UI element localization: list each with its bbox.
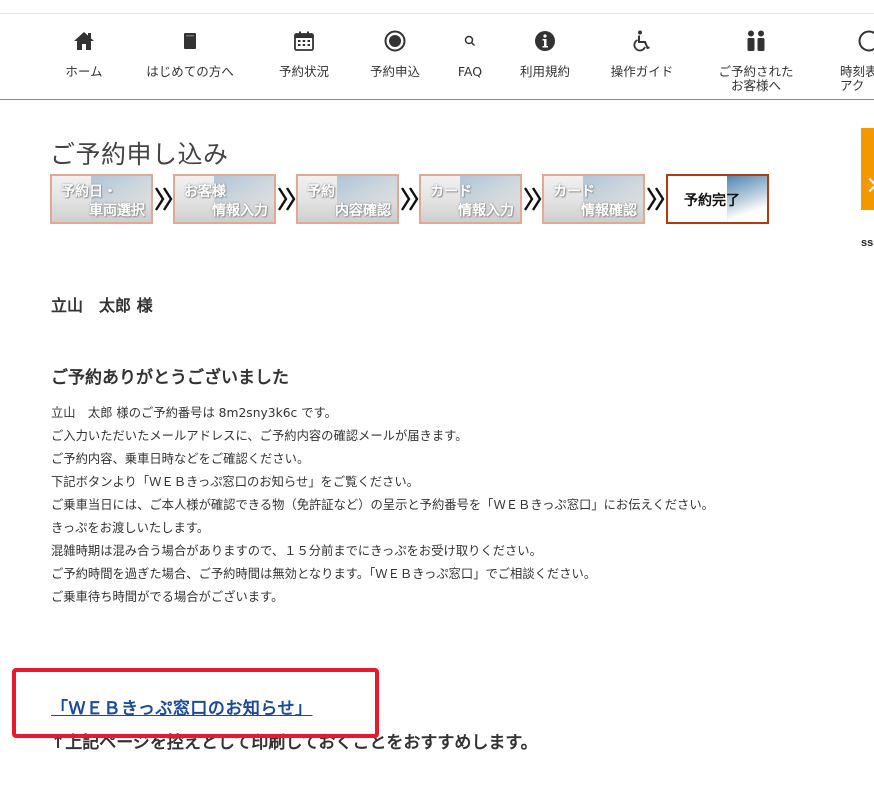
nav-guide[interactable]: 操作ガイド — [604, 14, 680, 98]
step-label-line2: 情報入力 — [458, 203, 514, 219]
step-label-line1: カード — [553, 184, 595, 200]
step-label-line2: 内容確認 — [335, 203, 391, 219]
nav-reservation-apply[interactable]: 予約申込 — [364, 14, 426, 98]
nav-faq[interactable]: FAQ — [450, 14, 490, 98]
calendar-icon — [291, 28, 317, 54]
nav-guide-label: 操作ガイド — [610, 64, 674, 79]
chevron-right-icon — [523, 187, 542, 211]
side-banner-button[interactable] — [861, 128, 874, 210]
message-line: きっぷをお渡しいたします。 — [51, 521, 210, 535]
message-line: ご乗車当日には、ご本人様が確認できる物（免許証など）の呈示と予約番号を「ＷＥＢき… — [51, 498, 714, 512]
nav-home-label: ホーム — [65, 64, 103, 79]
step-label-line1: カード — [430, 184, 472, 200]
info-icon — [532, 28, 558, 54]
chevron-right-icon — [277, 187, 296, 211]
message-line: ご乗車待ち時間がでる場合がございます。 — [51, 590, 284, 604]
nav-reservation-status[interactable]: 予約状況 — [272, 14, 336, 98]
chevron-right-icon — [646, 187, 665, 211]
wheelchair-icon — [629, 28, 655, 54]
thanks-heading: ご予約ありがとうございました — [51, 368, 289, 388]
step-customer-info: お客様 情報入力 — [173, 174, 276, 224]
nav-first-time[interactable]: はじめての方へ — [140, 14, 240, 98]
nav-timetable[interactable]: 時刻表 アク — [834, 14, 874, 98]
nav-terms-label: 利用規約 — [519, 64, 570, 79]
step-label-line1: お客様 — [184, 184, 226, 200]
nav-timetable-label: 時刻表 アク — [840, 64, 874, 93]
message-line: 混雑時期は混み合う場合がありますので、１５分前までにきっぷをお受け取りください。 — [51, 544, 542, 558]
step-label-line1: 予約完了 — [684, 193, 740, 209]
step-label-line1: 予約 — [307, 184, 335, 200]
page-title: ご予約申し込み — [50, 140, 229, 169]
customer-name: 立山 太郎 様 — [51, 296, 153, 315]
side-text: ss — [861, 237, 874, 249]
people-icon — [743, 28, 769, 54]
nav-faq-label: FAQ — [457, 64, 483, 79]
step-label-line2: 情報確認 — [581, 203, 637, 219]
step-label-line2: 情報入力 — [212, 203, 268, 219]
step-label-line1: 予約日・ — [61, 184, 117, 200]
step-card-input: カード 情報入力 — [419, 174, 522, 224]
book-icon — [177, 28, 203, 54]
clock-icon — [856, 28, 874, 54]
nav-reservation-apply-label: 予約申込 — [369, 64, 420, 79]
chevron-right-icon — [400, 187, 419, 211]
step-date-vehicle: 予約日・ 車両選択 — [50, 174, 153, 224]
step-card-confirm: カード 情報確認 — [542, 174, 645, 224]
circle-dot-icon — [382, 28, 408, 54]
nav-reserved-customers[interactable]: ご予約された お客様へ — [704, 14, 808, 98]
step-content-confirm: 予約 内容確認 — [296, 174, 399, 224]
step-complete: 予約完了 — [666, 174, 769, 224]
message-line: ご予約内容、乗車日時などをご確認ください。 — [51, 452, 310, 466]
step-label-line2: 車両選択 — [89, 203, 145, 219]
highlight-box — [12, 668, 379, 738]
message-line: 立山 太郎 様のご予約番号は 8m2sny3k6c です。 — [51, 406, 337, 420]
nav-reservation-status-label: 予約状況 — [278, 64, 329, 79]
nav-first-time-label: はじめての方へ — [146, 64, 234, 79]
message-line: ご入力いただいたメールアドレスに、ご予約内容の確認メールが届きます。 — [51, 429, 468, 443]
reservation-message: 立山 太郎 様のご予約番号は 8m2sny3k6c です。 ご入力いただいたメー… — [51, 402, 714, 609]
message-line: ご予約時間を過ぎた場合、ご予約時間は無効となります。「ＷＥＢきっぷ窓口」でご相談… — [51, 567, 597, 581]
message-line: 下記ボタンより「ＷＥＢきっぷ窓口のお知らせ」をご覧ください。 — [51, 475, 419, 489]
search-icon — [457, 28, 483, 54]
nav-home[interactable]: ホーム — [54, 14, 114, 98]
nav-reserved-customers-label: ご予約された お客様へ — [718, 64, 794, 93]
home-icon — [71, 28, 97, 54]
chevron-right-icon — [154, 187, 173, 211]
nav-terms[interactable]: 利用規約 — [514, 14, 576, 98]
progress-steps: 予約日・ 車両選択 お客様 情報入力 予約 内容確認 カード 情報入力 カード … — [50, 174, 780, 226]
main-nav: ホーム はじめての方へ 予約状況 予約申込 FAQ 利用規約 操作ガイド ご予約… — [0, 14, 874, 100]
